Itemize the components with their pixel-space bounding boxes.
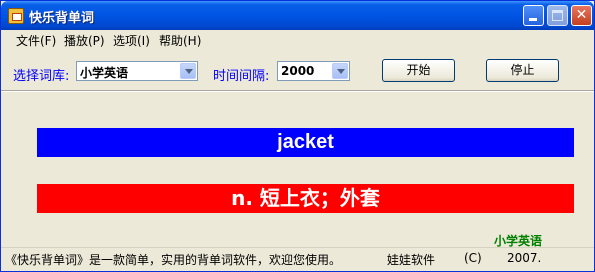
menu-play[interactable]: 播放(P) <box>62 32 107 49</box>
status-copyright: (C) <box>464 251 482 265</box>
library-select-value: 小学英语 <box>80 66 129 80</box>
menu-file[interactable]: 文件(F) <box>14 32 58 49</box>
status-author: 娃娃软件 <box>387 253 436 267</box>
start-button[interactable]: 开始 <box>382 59 455 82</box>
chevron-down-icon[interactable] <box>332 63 348 79</box>
chevron-down-icon[interactable] <box>180 63 196 79</box>
menu-bar: 文件(F) 播放(P) 选项(I) 帮助(H) <box>1 30 594 50</box>
close-button[interactable]: ✕ <box>571 5 592 26</box>
status-year: 2007. <box>507 251 542 265</box>
title-bar[interactable]: 快乐背单词 ✕ <box>1 1 594 30</box>
minimize-button[interactable] <box>523 5 544 26</box>
app-icon[interactable] <box>8 8 24 24</box>
maximize-button[interactable] <box>547 5 568 26</box>
word-display: jacket <box>37 128 574 157</box>
minimize-icon <box>529 18 537 21</box>
menu-help[interactable]: 帮助(H) <box>157 32 203 49</box>
divider <box>1 90 594 92</box>
menu-options[interactable]: 选项(I) <box>111 32 152 49</box>
close-icon: ✕ <box>575 7 588 23</box>
window-title: 快乐背单词 <box>29 11 95 26</box>
interval-select-value: 2000 <box>281 64 315 78</box>
status-description: 《快乐背单词》是一款简单，实用的背单词软件，欢迎您使用。 <box>5 253 342 267</box>
meaning-display: n. 短上衣；外套 <box>37 184 574 213</box>
library-label: 选择词库: <box>13 69 70 84</box>
app-window: 快乐背单词 ✕ 文件(F) 播放(P) 选项(I) 帮助(H) 选择词库: 小学… <box>0 0 595 272</box>
maximize-icon <box>552 10 563 21</box>
toolbar: 选择词库: 小学英语 时间间隔: 2000 开始 停止 <box>1 50 594 90</box>
status-bar: 《快乐背单词》是一款简单，实用的背单词软件，欢迎您使用。 娃娃软件 (C) 20… <box>1 247 594 271</box>
library-select[interactable]: 小学英语 <box>76 61 198 81</box>
interval-label: 时间间隔: <box>213 69 270 84</box>
stop-button[interactable]: 停止 <box>486 59 559 82</box>
interval-select[interactable]: 2000 <box>277 61 350 81</box>
